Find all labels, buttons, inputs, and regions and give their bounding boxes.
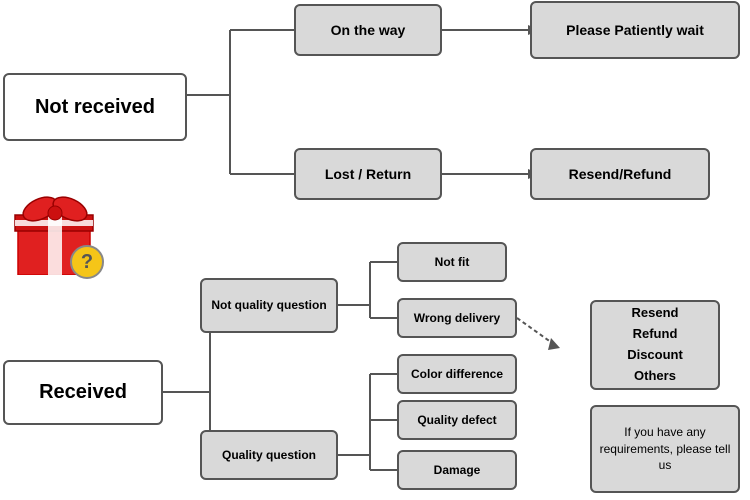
if-requirements-box: If you have any requirements, please tel… (590, 405, 740, 493)
not-received-box: Not received (3, 73, 187, 141)
received-box: Received (3, 360, 163, 425)
damage-box: Damage (397, 450, 517, 490)
quality-defect-box: Quality defect (397, 400, 517, 440)
quality-question-box: Quality question (200, 430, 338, 480)
please-wait-box: Please Patiently wait (530, 1, 740, 59)
flowchart: Not received On the way Please Patiently… (0, 0, 750, 500)
resend-options-box: Resend Refund Discount Others (590, 300, 720, 390)
color-difference-box: Color difference (397, 354, 517, 394)
on-the-way-box: On the way (294, 4, 442, 56)
not-quality-question-box: Not quality question (200, 278, 338, 333)
not-fit-box: Not fit (397, 242, 507, 282)
resend-refund-top-box: Resend/Refund (530, 148, 710, 200)
wrong-delivery-box: Wrong delivery (397, 298, 517, 338)
lost-return-box: Lost / Return (294, 148, 442, 200)
